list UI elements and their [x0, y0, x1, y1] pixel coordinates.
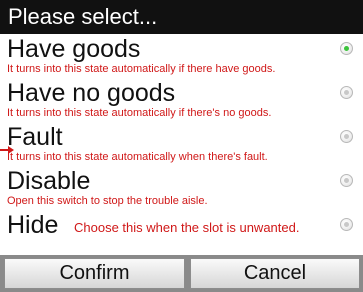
option-have-goods[interactable]: Have goods It turns into this state auto… [0, 35, 363, 77]
radio-button[interactable] [340, 174, 353, 187]
option-label: Have goods [7, 35, 141, 63]
option-label: Fault [7, 123, 63, 151]
option-label: Disable [7, 167, 91, 195]
option-description: It turns into this state automatically w… [7, 151, 268, 163]
option-have-no-goods[interactable]: Have no goods It turns into this state a… [0, 79, 363, 121]
option-fault[interactable]: Fault It turns into this state automatic… [0, 123, 363, 165]
dialog-title-bar: Please select... [0, 0, 363, 34]
radio-button[interactable] [340, 130, 353, 143]
option-hide[interactable]: Hide Choose this when the slot is unwant… [0, 211, 363, 253]
confirm-button[interactable]: Confirm [4, 258, 185, 289]
option-disable[interactable]: Disable Open this switch to stop the tro… [0, 167, 363, 209]
cancel-button[interactable]: Cancel [190, 258, 360, 289]
option-description: Open this switch to stop the trouble ais… [7, 195, 208, 207]
option-label: Have no goods [7, 79, 176, 107]
option-label: Hide [7, 211, 59, 239]
option-description: It turns into this state automatically i… [7, 63, 276, 75]
radio-button-checked[interactable] [340, 42, 353, 55]
arrow-pointer-icon [0, 146, 14, 154]
dialog-title: Please select... [8, 4, 158, 29]
option-description: It turns into this state automatically i… [7, 107, 272, 119]
option-description: Choose this when the slot is unwanted. [74, 220, 300, 235]
radio-button[interactable] [340, 86, 353, 99]
dialog-footer: Confirm Cancel [0, 255, 363, 292]
radio-button[interactable] [340, 218, 353, 231]
